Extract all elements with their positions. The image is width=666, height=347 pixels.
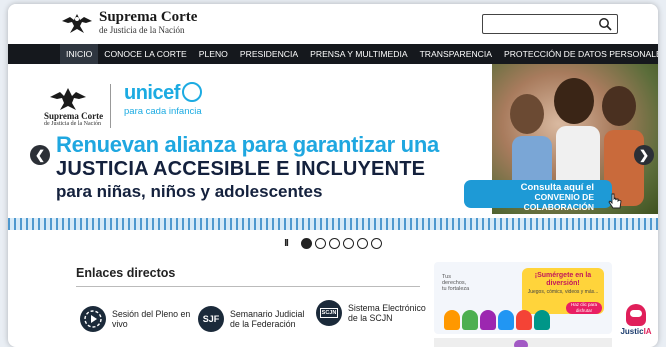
carousel-dot-6[interactable] — [370, 237, 382, 249]
carousel-dot-2[interactable] — [314, 237, 326, 249]
nav-item-presidencia[interactable]: PRESIDENCIA — [234, 44, 304, 64]
headline-line-2: JUSTICIA ACCESIBLE E INCLUYENTE — [56, 158, 426, 180]
character-purple-2 — [514, 340, 528, 347]
character-purple — [480, 310, 496, 330]
nav-item-prensa-multimedia[interactable]: PRENSA Y MULTIMEDIA — [304, 44, 413, 64]
hero-banner[interactable]: Suprema Corte de Justicia de la Nación u… — [8, 64, 658, 232]
robot-icon — [626, 304, 646, 326]
convenio-cta-button[interactable]: Consulta aquí el CONVENIO DE COLABORACIÓ… — [464, 180, 612, 211]
scjn-emblem-icon — [50, 88, 86, 110]
nav-item-pleno[interactable]: PLENO — [193, 44, 234, 64]
promo-banner-second[interactable] — [434, 338, 612, 347]
scjn-icon: SCJN — [316, 300, 342, 326]
unicef-wordmark: unicef — [124, 82, 180, 104]
logo-subtitle: de Justicia de la Nación — [99, 25, 185, 35]
banner-scjn-wordmark: Suprema Corte de Justicia de la Nación — [44, 111, 104, 128]
chevron-left-icon: ❮ — [34, 148, 46, 162]
link-label: Semanario Judicial de la Federación — [230, 308, 305, 329]
promo-subline: Juegos, cómics, videos y más... — [527, 289, 599, 296]
promo-banner-ninos[interactable]: Tus derechos, tu fortaleza ¡Sumérgete en… — [434, 262, 612, 334]
chatbot-label: JusticIA — [620, 327, 652, 336]
headline-line-1: Renuevan alianza para garantizar una — [56, 132, 439, 157]
logo-divider — [110, 84, 111, 128]
site-logo[interactable]: Suprema Corte de Justicia de la Nación — [60, 10, 197, 35]
carousel-dot-1[interactable] — [300, 237, 312, 249]
section-divider — [76, 286, 420, 287]
section-title-enlaces: Enlaces directos — [76, 266, 176, 280]
carousel-next-button[interactable]: ❯ — [634, 145, 654, 165]
character-orange — [444, 310, 460, 330]
unicef-tagline: para cada infancia — [124, 106, 202, 117]
site-header: Suprema Corte de Justicia de la Nación — [8, 4, 658, 44]
promo-headline: ¡Sumérgete en la diversión! — [534, 272, 592, 287]
greek-pattern-border — [8, 218, 658, 230]
link-sesion-pleno[interactable]: Sesión del Pleno en vivo — [80, 306, 194, 332]
search-icon[interactable] — [598, 17, 612, 31]
link-sistema-electronico[interactable]: SCJN Sistema Electrónico de la SCJN — [316, 300, 430, 326]
search-box — [482, 14, 618, 35]
search-input[interactable] — [483, 16, 593, 35]
link-semanario-judicial[interactable]: SJF Semanario Judicial de la Federación — [198, 306, 312, 332]
nav-item-conoce-la-corte[interactable]: CONOCE LA CORTE — [98, 44, 192, 64]
character-red — [516, 310, 532, 330]
page-frame: Suprema Corte de Justicia de la Nación I… — [8, 4, 658, 347]
carousel-dot-4[interactable] — [342, 237, 354, 249]
sjf-icon: SJF — [198, 306, 224, 332]
eagle-emblem-icon — [62, 13, 92, 33]
carousel-dot-5[interactable] — [356, 237, 368, 249]
promo-tag: Tus derechos, tu fortaleza — [442, 274, 470, 293]
promo-button[interactable]: Haz clic para disfrutar — [566, 302, 602, 314]
unicef-globe-icon — [181, 82, 202, 102]
headline-line-3: para niñas, niños y adolescentes — [56, 182, 323, 201]
carousel-pager: II — [8, 232, 658, 254]
character-teal — [534, 310, 550, 330]
pointer-hand-icon — [608, 193, 622, 209]
nav-item-transparencia[interactable]: TRANSPARENCIA — [414, 44, 498, 64]
character-blue — [498, 310, 514, 330]
main-nav: INICIO CONOCE LA CORTE PLENO PRESIDENCIA… — [8, 44, 658, 64]
play-icon — [80, 306, 106, 332]
carousel-dot-3[interactable] — [328, 237, 340, 249]
unicef-logo: unicef para cada infancia — [124, 82, 202, 117]
justicia-chatbot-button[interactable]: JusticIA — [616, 304, 656, 344]
chevron-right-icon: ❯ — [638, 148, 650, 162]
cta-line-2: CONVENIO DE COLABORACIÓN — [523, 192, 594, 212]
nav-item-inicio[interactable]: INICIO — [60, 44, 99, 64]
logo-title: Suprema Corte — [99, 9, 198, 25]
character-green — [462, 310, 478, 330]
nav-item-proteccion-datos[interactable]: PROTECCIÓN DE DATOS PERSONALES — [498, 44, 658, 64]
link-label: Sesión del Pleno en vivo — [112, 308, 191, 329]
pause-icon[interactable]: II — [284, 238, 288, 249]
link-label: Sistema Electrónico de la SCJN — [348, 302, 426, 323]
carousel-prev-button[interactable]: ❮ — [30, 145, 50, 165]
